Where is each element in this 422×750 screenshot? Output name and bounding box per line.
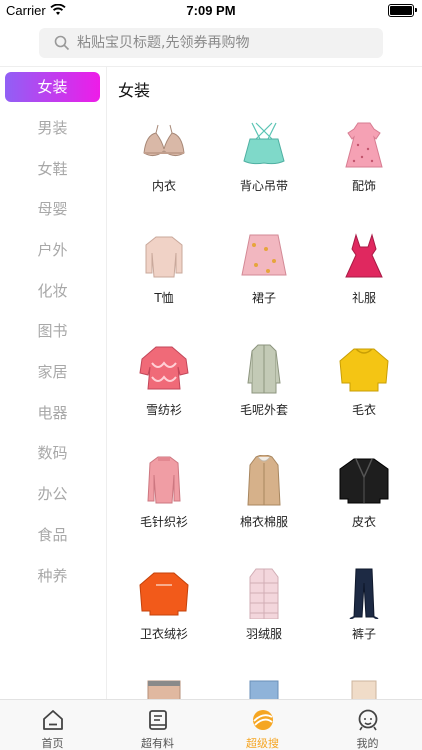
pants-icon	[349, 568, 379, 619]
product-item-hoodie[interactable]: 卫衣绒衫	[114, 567, 214, 667]
tab-home[interactable]: 首页	[0, 700, 105, 750]
cotton-coat-icon	[247, 455, 281, 506]
sidebar-item-outdoor[interactable]: 户外	[5, 235, 100, 265]
product-label: 毛针织衫	[139, 515, 188, 529]
product-label: 皮衣	[351, 515, 376, 529]
search-icon	[54, 35, 70, 51]
product-item-skirt[interactable]: 裙子	[214, 231, 314, 331]
product-item-camisole[interactable]: 背心吊带	[214, 119, 314, 219]
dress-icon	[345, 122, 383, 168]
home-icon	[43, 710, 63, 730]
partial-item-icon	[351, 680, 377, 699]
bra-icon	[143, 124, 185, 157]
category-sidebar: 女装 男装 女鞋 母婴 户外 化妆 图书 家居 电器 数码 办公 食品 种养	[0, 67, 107, 699]
product-item-knit-top[interactable]: 毛针织衫	[114, 455, 214, 555]
product-item-partial[interactable]	[114, 679, 214, 699]
product-label: T恤	[154, 291, 174, 305]
product-label: 棉衣棉服	[239, 515, 288, 529]
sidebar-item-baby[interactable]: 母婴	[5, 194, 100, 224]
product-label: 配饰	[351, 179, 376, 193]
product-label: 背心吊带	[239, 179, 288, 193]
sidebar-item-office[interactable]: 办公	[5, 479, 100, 509]
partial-item-icon	[147, 680, 181, 699]
hoodie-icon	[139, 572, 189, 616]
knit-top-icon	[147, 456, 181, 504]
product-item-cotton-coat[interactable]: 棉衣棉服	[214, 455, 314, 555]
product-label: 雪纺衫	[145, 403, 182, 417]
category-content: 女装 内衣 背心吊带 配饰 T恤 裙子 礼服 雪纺衫 毛呢外套 毛衣 毛针织衫 …	[108, 67, 422, 699]
product-label: 卫衣绒衫	[139, 627, 188, 641]
product-item-underwear[interactable]: 内衣	[114, 119, 214, 219]
sidebar-item-women-shoes[interactable]: 女鞋	[5, 154, 100, 184]
product-item-chiffon[interactable]: 雪纺衫	[114, 343, 214, 443]
product-label: 裤子	[351, 627, 376, 641]
gown-icon	[345, 233, 383, 278]
search-ball-icon	[253, 710, 273, 730]
product-item-tshirt[interactable]: T恤	[114, 231, 214, 331]
profile-icon	[358, 709, 378, 731]
search-input[interactable]	[77, 32, 377, 54]
product-item-gown[interactable]: 礼服	[314, 231, 414, 331]
battery-icon	[388, 4, 417, 17]
product-item-sweater[interactable]: 毛衣	[314, 343, 414, 443]
tab-label: 我的	[356, 737, 379, 750]
status-bar: Carrier 7:09 PM	[0, 0, 422, 22]
product-item-accessories[interactable]: 配饰	[314, 119, 414, 219]
sidebar-item-makeup[interactable]: 化妆	[5, 276, 100, 306]
product-item-pants[interactable]: 裤子	[314, 567, 414, 667]
skirt-icon	[241, 234, 287, 276]
product-label: 毛呢外套	[239, 403, 288, 417]
status-time: 7:09 PM	[186, 3, 236, 18]
product-item-wool-coat[interactable]: 毛呢外套	[214, 343, 314, 443]
section-title: 女装	[118, 81, 151, 100]
tab-mine[interactable]: 我的	[315, 700, 420, 750]
sidebar-item-appliances[interactable]: 电器	[5, 398, 100, 428]
tab-super-search[interactable]: 超级搜	[210, 700, 315, 750]
notebook-icon	[149, 710, 167, 730]
product-label: 裙子	[251, 291, 276, 305]
sidebar-item-planting[interactable]: 种养	[5, 561, 100, 591]
jeans-icon	[249, 680, 279, 699]
camisole-icon	[243, 122, 285, 165]
sidebar-item-men[interactable]: 男装	[5, 113, 100, 143]
leather-jacket-icon	[339, 458, 389, 504]
sidebar-item-home[interactable]: 家居	[5, 357, 100, 387]
chiffon-blouse-icon	[139, 346, 189, 390]
tab-content[interactable]: 超有料	[105, 700, 210, 750]
product-label: 毛衣	[351, 403, 376, 417]
bottom-tabbar: 首页 超有料 超级搜 我的	[0, 699, 422, 750]
product-item-partial[interactable]	[314, 679, 414, 699]
product-label: 内衣	[151, 179, 176, 193]
tshirt-icon	[145, 236, 183, 278]
sidebar-item-food[interactable]: 食品	[5, 520, 100, 550]
search-bar[interactable]	[39, 28, 383, 58]
product-item-partial[interactable]	[214, 679, 314, 699]
wool-coat-icon	[247, 344, 281, 394]
tab-label: 首页	[41, 737, 64, 750]
tab-label: 超级搜	[246, 737, 279, 750]
sweater-icon	[339, 348, 389, 392]
product-label: 礼服	[351, 291, 376, 305]
sidebar-item-digital[interactable]: 数码	[5, 438, 100, 468]
sidebar-item-books[interactable]: 图书	[5, 316, 100, 346]
tab-label: 超有料	[141, 737, 174, 750]
product-label: 羽绒服	[245, 627, 282, 641]
product-item-leather-jacket[interactable]: 皮衣	[314, 455, 414, 555]
product-item-down-jacket[interactable]: 羽绒服	[214, 567, 314, 667]
sidebar-item-women[interactable]: 女装	[5, 72, 100, 102]
down-jacket-icon	[249, 568, 279, 619]
